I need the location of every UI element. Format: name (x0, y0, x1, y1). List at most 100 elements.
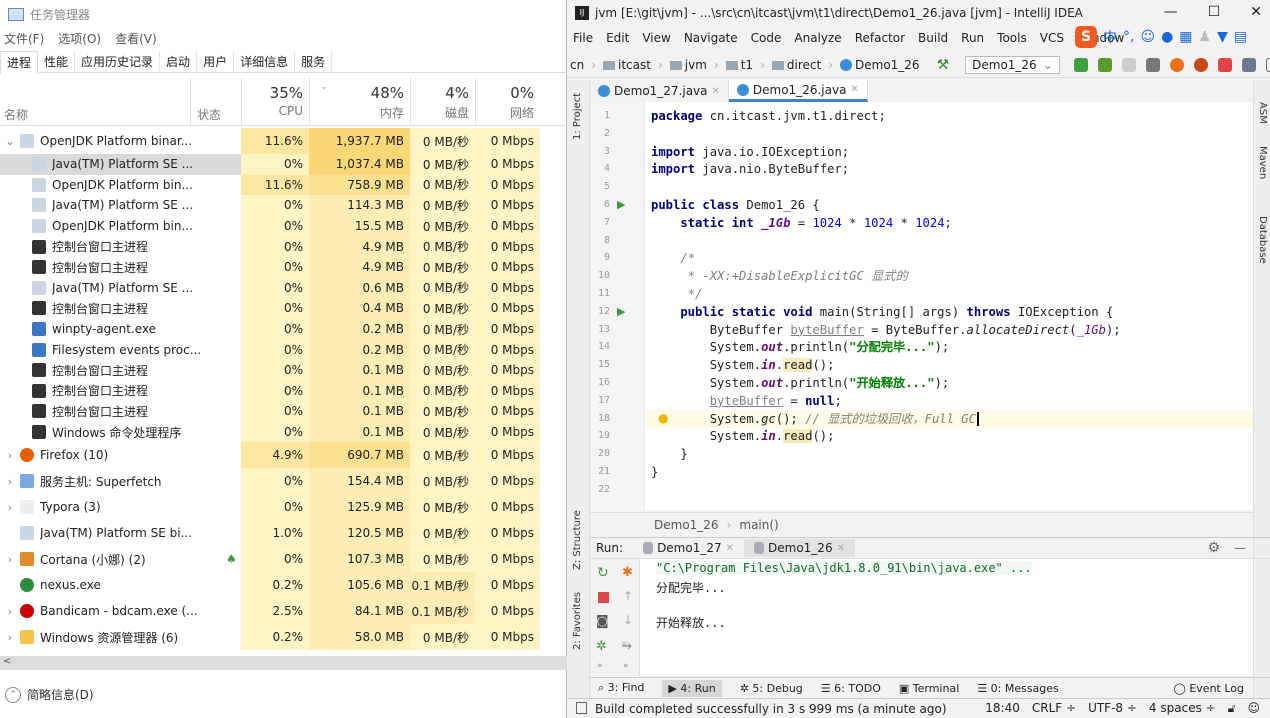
process-row[interactable]: 控制台窗口主进程 0% 4.9 MB 0 MB/秒 0 Mbps (0, 257, 567, 278)
build-hammer-icon[interactable]: ⚒ (937, 57, 950, 73)
close-tab-icon[interactable]: ✕ (712, 86, 720, 97)
close-button[interactable]: ✕ (1250, 4, 1262, 20)
indent-setting[interactable]: 4 spaces ÷ (1149, 701, 1216, 716)
process-row[interactable]: ⌄ OpenJDK Platform binar... 11.6% 1,937.7 M… (0, 128, 567, 154)
scroll-left-icon[interactable]: < (3, 656, 11, 667)
expand-chevron-icon[interactable]: › (0, 631, 20, 644)
collapse-chevron-icon[interactable]: ⌄ (0, 135, 20, 148)
crumb-cn[interactable]: cn (567, 58, 587, 72)
menu-refactor[interactable]: Refactor (855, 31, 905, 45)
process-row[interactable]: › Cortana (小娜) (2) ♠ 0% 107.3 MB 0 MB/秒 0 Mbps (0, 546, 567, 573)
process-row[interactable]: 控制台窗口主进程 0% 0.4 MB 0 MB/秒 0 Mbps (0, 298, 567, 319)
line-separator[interactable]: CRLF ÷ (1032, 701, 1076, 716)
ime-keyboard-icon[interactable]: ▦ (1179, 29, 1192, 45)
tab-details[interactable]: 详细信息 (234, 51, 296, 72)
menu-analyze[interactable]: Analyze (794, 31, 841, 45)
process-row[interactable]: nexus.exe 0.2% 105.6 MB 0.1 MB/秒 0 Mbps (0, 572, 567, 599)
asm-tool-button[interactable]: ASM (1257, 102, 1268, 124)
col-cpu[interactable]: 35% CPU (241, 78, 309, 126)
process-row[interactable]: OpenJDK Platform bin... 11.6% 758.9 MB 0 MB… (0, 174, 567, 196)
database-tool-button[interactable]: Database (1257, 216, 1268, 264)
process-row[interactable]: Windows 命令处理程序 0% 0.1 MB 0 MB/秒 0 Mbps (0, 421, 567, 443)
menu-vcs[interactable]: VCS (1040, 31, 1064, 45)
structure-tool-button[interactable]: Z: Structure (572, 510, 583, 570)
tab-users[interactable]: 用户 (197, 51, 235, 72)
more-icon[interactable]: » (623, 661, 629, 671)
horizontal-scrollbar[interactable]: < (0, 656, 567, 670)
maven-tool-button[interactable]: Maven (1257, 146, 1268, 179)
crumb-t1[interactable]: t1 (723, 58, 756, 72)
layout-icon[interactable] (1265, 58, 1270, 72)
expand-chevron-icon[interactable]: › (0, 449, 20, 462)
rerun-icon[interactable]: ↻ (597, 565, 609, 581)
expand-chevron-icon[interactable]: › (0, 553, 20, 566)
crumb-direct[interactable]: direct (769, 58, 824, 72)
debug-icon[interactable]: ✲ (596, 639, 607, 654)
tab-app-history[interactable]: 应用历史记录 (75, 51, 161, 72)
close-tab-icon[interactable]: ✕ (726, 543, 734, 554)
up-arrow-icon[interactable]: ↑ (623, 589, 633, 603)
crumb-itcast[interactable]: itcast (600, 58, 654, 72)
hector-icon[interactable]: ☺ (1247, 701, 1260, 716)
code-editor[interactable]: 1 2 3 4 5 6 ▶ 7 8 9 10 11 12 ▶ 13 14 15 16 17 18 19 20 21 22 pa… (590, 102, 1253, 510)
ime-user-icon[interactable]: ♟ (1199, 29, 1212, 45)
col-memory[interactable]: ⌄ 48% 内存 (309, 78, 410, 126)
process-row[interactable]: › Windows 资源管理器 (6) 0.2% 58.0 MB 0 MB/秒 0 Mbp… (0, 624, 567, 651)
menu-file[interactable]: 文件(F) (4, 30, 44, 47)
find-tool-tab[interactable]: ⌕ 3: Find (598, 681, 644, 695)
close-tab-icon[interactable]: ✕ (837, 543, 845, 554)
col-name[interactable]: 名称 (4, 106, 28, 123)
stop-icon[interactable] (1217, 58, 1232, 72)
dump-threads-icon[interactable]: ◙ (596, 614, 609, 629)
run-gutter-icon[interactable]: ▶ (617, 305, 625, 318)
process-row[interactable]: 控制台窗口主进程 0% 0.1 MB 0 MB/秒 0 Mbps (0, 380, 567, 402)
jrebel-debug-icon[interactable] (1193, 58, 1208, 72)
ime-emoji-icon[interactable]: ☺ (1140, 29, 1155, 45)
fewer-details-button[interactable]: ⌃ 简略信息(D) (5, 686, 94, 703)
messages-tool-tab[interactable]: ☰ 0: Messages (977, 682, 1059, 695)
coverage-icon[interactable] (1121, 58, 1136, 72)
process-row[interactable]: 控制台窗口主进程 0% 4.9 MB 0 MB/秒 0 Mbps (0, 236, 567, 257)
event-log-tool-tab[interactable]: ◯ Event Log (1174, 682, 1244, 695)
rerun-icon[interactable] (1073, 58, 1088, 72)
todo-tool-tab[interactable]: ☰ 6: TODO (821, 682, 881, 695)
hide-panel-icon[interactable]: — (1234, 541, 1246, 555)
expand-chevron-icon[interactable]: › (0, 501, 20, 514)
toggle-tool-windows-icon[interactable] (576, 702, 587, 714)
run-tab-demo1-27[interactable]: Demo1_27 ✕ (633, 539, 744, 557)
menu-file[interactable]: File (573, 31, 593, 45)
menu-tools[interactable]: Tools (997, 31, 1027, 45)
ime-punctuation[interactable]: °, (1123, 29, 1134, 45)
tab-processes[interactable]: 进程 (0, 51, 39, 74)
file-encoding[interactable]: UTF-8 ÷ (1088, 701, 1137, 716)
run-console[interactable]: ↻ ◙ ✲ » ✱ ↑ ↓ ⥱ » "C:\Program Files\Java… (590, 559, 1253, 676)
process-row[interactable]: 控制台窗口主进程 0% 0.1 MB 0 MB/秒 0 Mbps (0, 401, 567, 422)
jrebel-run-icon[interactable] (1169, 58, 1184, 72)
crumb-method[interactable]: main() (739, 518, 778, 532)
process-row[interactable]: › 服务主机: Superfetch 0% 154.4 MB 0 MB/秒 0 Mbps (0, 468, 567, 495)
process-row[interactable]: winpty-agent.exe 0% 0.2 MB 0 MB/秒 0 Mbps (0, 318, 567, 340)
menu-run[interactable]: Run (961, 31, 984, 45)
caret-position[interactable]: 18:40 (985, 701, 1020, 716)
tab-services[interactable]: 服务 (295, 51, 333, 72)
crumb-class[interactable]: Demo1_26 (654, 518, 719, 532)
project-structure-icon[interactable] (1241, 58, 1256, 72)
menu-build[interactable]: Build (918, 31, 948, 45)
crumb-demo1-26[interactable]: Demo1_26 (837, 58, 923, 72)
process-row[interactable]: 控制台窗口主进程 0% 0.1 MB 0 MB/秒 0 Mbps (0, 360, 567, 381)
down-arrow-icon[interactable]: ↓ (623, 613, 633, 627)
debug-icon[interactable] (1097, 58, 1112, 72)
expand-chevron-icon[interactable]: › (0, 605, 20, 618)
process-row[interactable]: Java(TM) Platform SE ... 0% 0.6 MB 0 MB/秒 0 … (0, 277, 567, 299)
process-row[interactable]: Filesystem events proc... 0% 0.2 MB 0 MB/秒 0… (0, 339, 567, 360)
process-row[interactable]: Java(TM) Platform SE ... 0% 114.3 MB 0 MB/秒… (0, 195, 567, 216)
tab-demo1-26[interactable]: Demo1_26.java ✕ (728, 80, 868, 102)
process-row[interactable]: OpenJDK Platform bin... 0% 15.5 MB 0 MB/秒 0 … (0, 215, 567, 237)
process-row[interactable]: › Bandicam - bdcam.exe (... 2.5% 84.1 MB 0.1… (0, 598, 567, 625)
crumb-jvm[interactable]: jvm (667, 58, 710, 72)
tab-demo1-27[interactable]: Demo1_27.java ✕ (590, 80, 729, 102)
lock-icon[interactable]: 🔓︎ (1228, 701, 1236, 716)
menu-code[interactable]: Code (751, 31, 782, 45)
ime-voice-icon[interactable]: ● (1161, 29, 1173, 45)
ime-chinese-mode[interactable]: 中 (1103, 27, 1117, 47)
